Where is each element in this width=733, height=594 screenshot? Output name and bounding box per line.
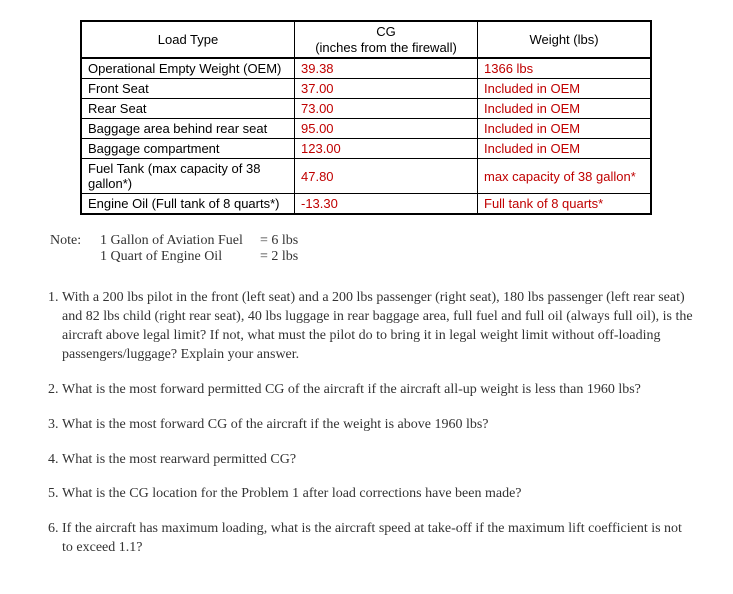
note-label: Note: bbox=[50, 233, 100, 265]
header-cg-line2: (inches from the firewall) bbox=[301, 40, 471, 56]
header-cg-line1: CG bbox=[301, 24, 471, 40]
note-right: = 6 lbs bbox=[260, 233, 298, 249]
note-right: = 2 lbs bbox=[260, 249, 298, 265]
note-line: 1 Gallon of Aviation Fuel = 6 lbs bbox=[100, 233, 298, 249]
note-left: 1 Gallon of Aviation Fuel bbox=[100, 233, 260, 249]
table-row: Rear Seat 73.00 Included in OEM bbox=[81, 99, 651, 119]
cell-load: Rear Seat bbox=[81, 99, 295, 119]
cell-load: Fuel Tank (max capacity of 38 gallon*) bbox=[81, 159, 295, 194]
table-row: Front Seat 37.00 Included in OEM bbox=[81, 79, 651, 99]
load-table: Load Type CG (inches from the firewall) … bbox=[80, 20, 652, 215]
header-weight: Weight (lbs) bbox=[478, 21, 652, 58]
cell-load: Engine Oil (Full tank of 8 quarts*) bbox=[81, 194, 295, 215]
cell-weight: Full tank of 8 quarts* bbox=[478, 194, 652, 215]
cell-cg: 37.00 bbox=[295, 79, 478, 99]
cell-load: Front Seat bbox=[81, 79, 295, 99]
cell-weight: 1366 lbs bbox=[478, 58, 652, 79]
table-header-row: Load Type CG (inches from the firewall) … bbox=[81, 21, 651, 58]
cell-weight: Included in OEM bbox=[478, 139, 652, 159]
question-item: What is the most rearward permitted CG? bbox=[62, 451, 693, 470]
question-item: What is the most forward CG of the aircr… bbox=[62, 416, 693, 435]
cell-cg: 123.00 bbox=[295, 139, 478, 159]
note-left: 1 Quart of Engine Oil bbox=[100, 249, 260, 265]
note-block: Note: 1 Gallon of Aviation Fuel = 6 lbs … bbox=[50, 233, 703, 265]
cell-cg: 95.00 bbox=[295, 119, 478, 139]
cell-load: Operational Empty Weight (OEM) bbox=[81, 58, 295, 79]
cell-load: Baggage compartment bbox=[81, 139, 295, 159]
cell-weight: Included in OEM bbox=[478, 99, 652, 119]
cell-weight: Included in OEM bbox=[478, 79, 652, 99]
note-lines: 1 Gallon of Aviation Fuel = 6 lbs 1 Quar… bbox=[100, 233, 298, 265]
question-item: What is the most forward permitted CG of… bbox=[62, 381, 693, 400]
table-row: Operational Empty Weight (OEM) 39.38 136… bbox=[81, 58, 651, 79]
cell-cg: 47.80 bbox=[295, 159, 478, 194]
header-cg: CG (inches from the firewall) bbox=[295, 21, 478, 58]
cell-cg: 39.38 bbox=[295, 58, 478, 79]
cell-cg: -13.30 bbox=[295, 194, 478, 215]
cell-cg: 73.00 bbox=[295, 99, 478, 119]
question-list: With a 200 lbs pilot in the front (left … bbox=[40, 289, 693, 558]
table-row: Fuel Tank (max capacity of 38 gallon*) 4… bbox=[81, 159, 651, 194]
table-row: Baggage area behind rear seat 95.00 Incl… bbox=[81, 119, 651, 139]
note-line: 1 Quart of Engine Oil = 2 lbs bbox=[100, 249, 298, 265]
question-item: With a 200 lbs pilot in the front (left … bbox=[62, 289, 693, 365]
cell-weight: Included in OEM bbox=[478, 119, 652, 139]
cell-weight: max capacity of 38 gallon* bbox=[478, 159, 652, 194]
table-row: Engine Oil (Full tank of 8 quarts*) -13.… bbox=[81, 194, 651, 215]
header-load-type: Load Type bbox=[81, 21, 295, 58]
question-item: What is the CG location for the Problem … bbox=[62, 485, 693, 504]
question-item: If the aircraft has maximum loading, wha… bbox=[62, 520, 693, 558]
cell-load: Baggage area behind rear seat bbox=[81, 119, 295, 139]
table-row: Baggage compartment 123.00 Included in O… bbox=[81, 139, 651, 159]
